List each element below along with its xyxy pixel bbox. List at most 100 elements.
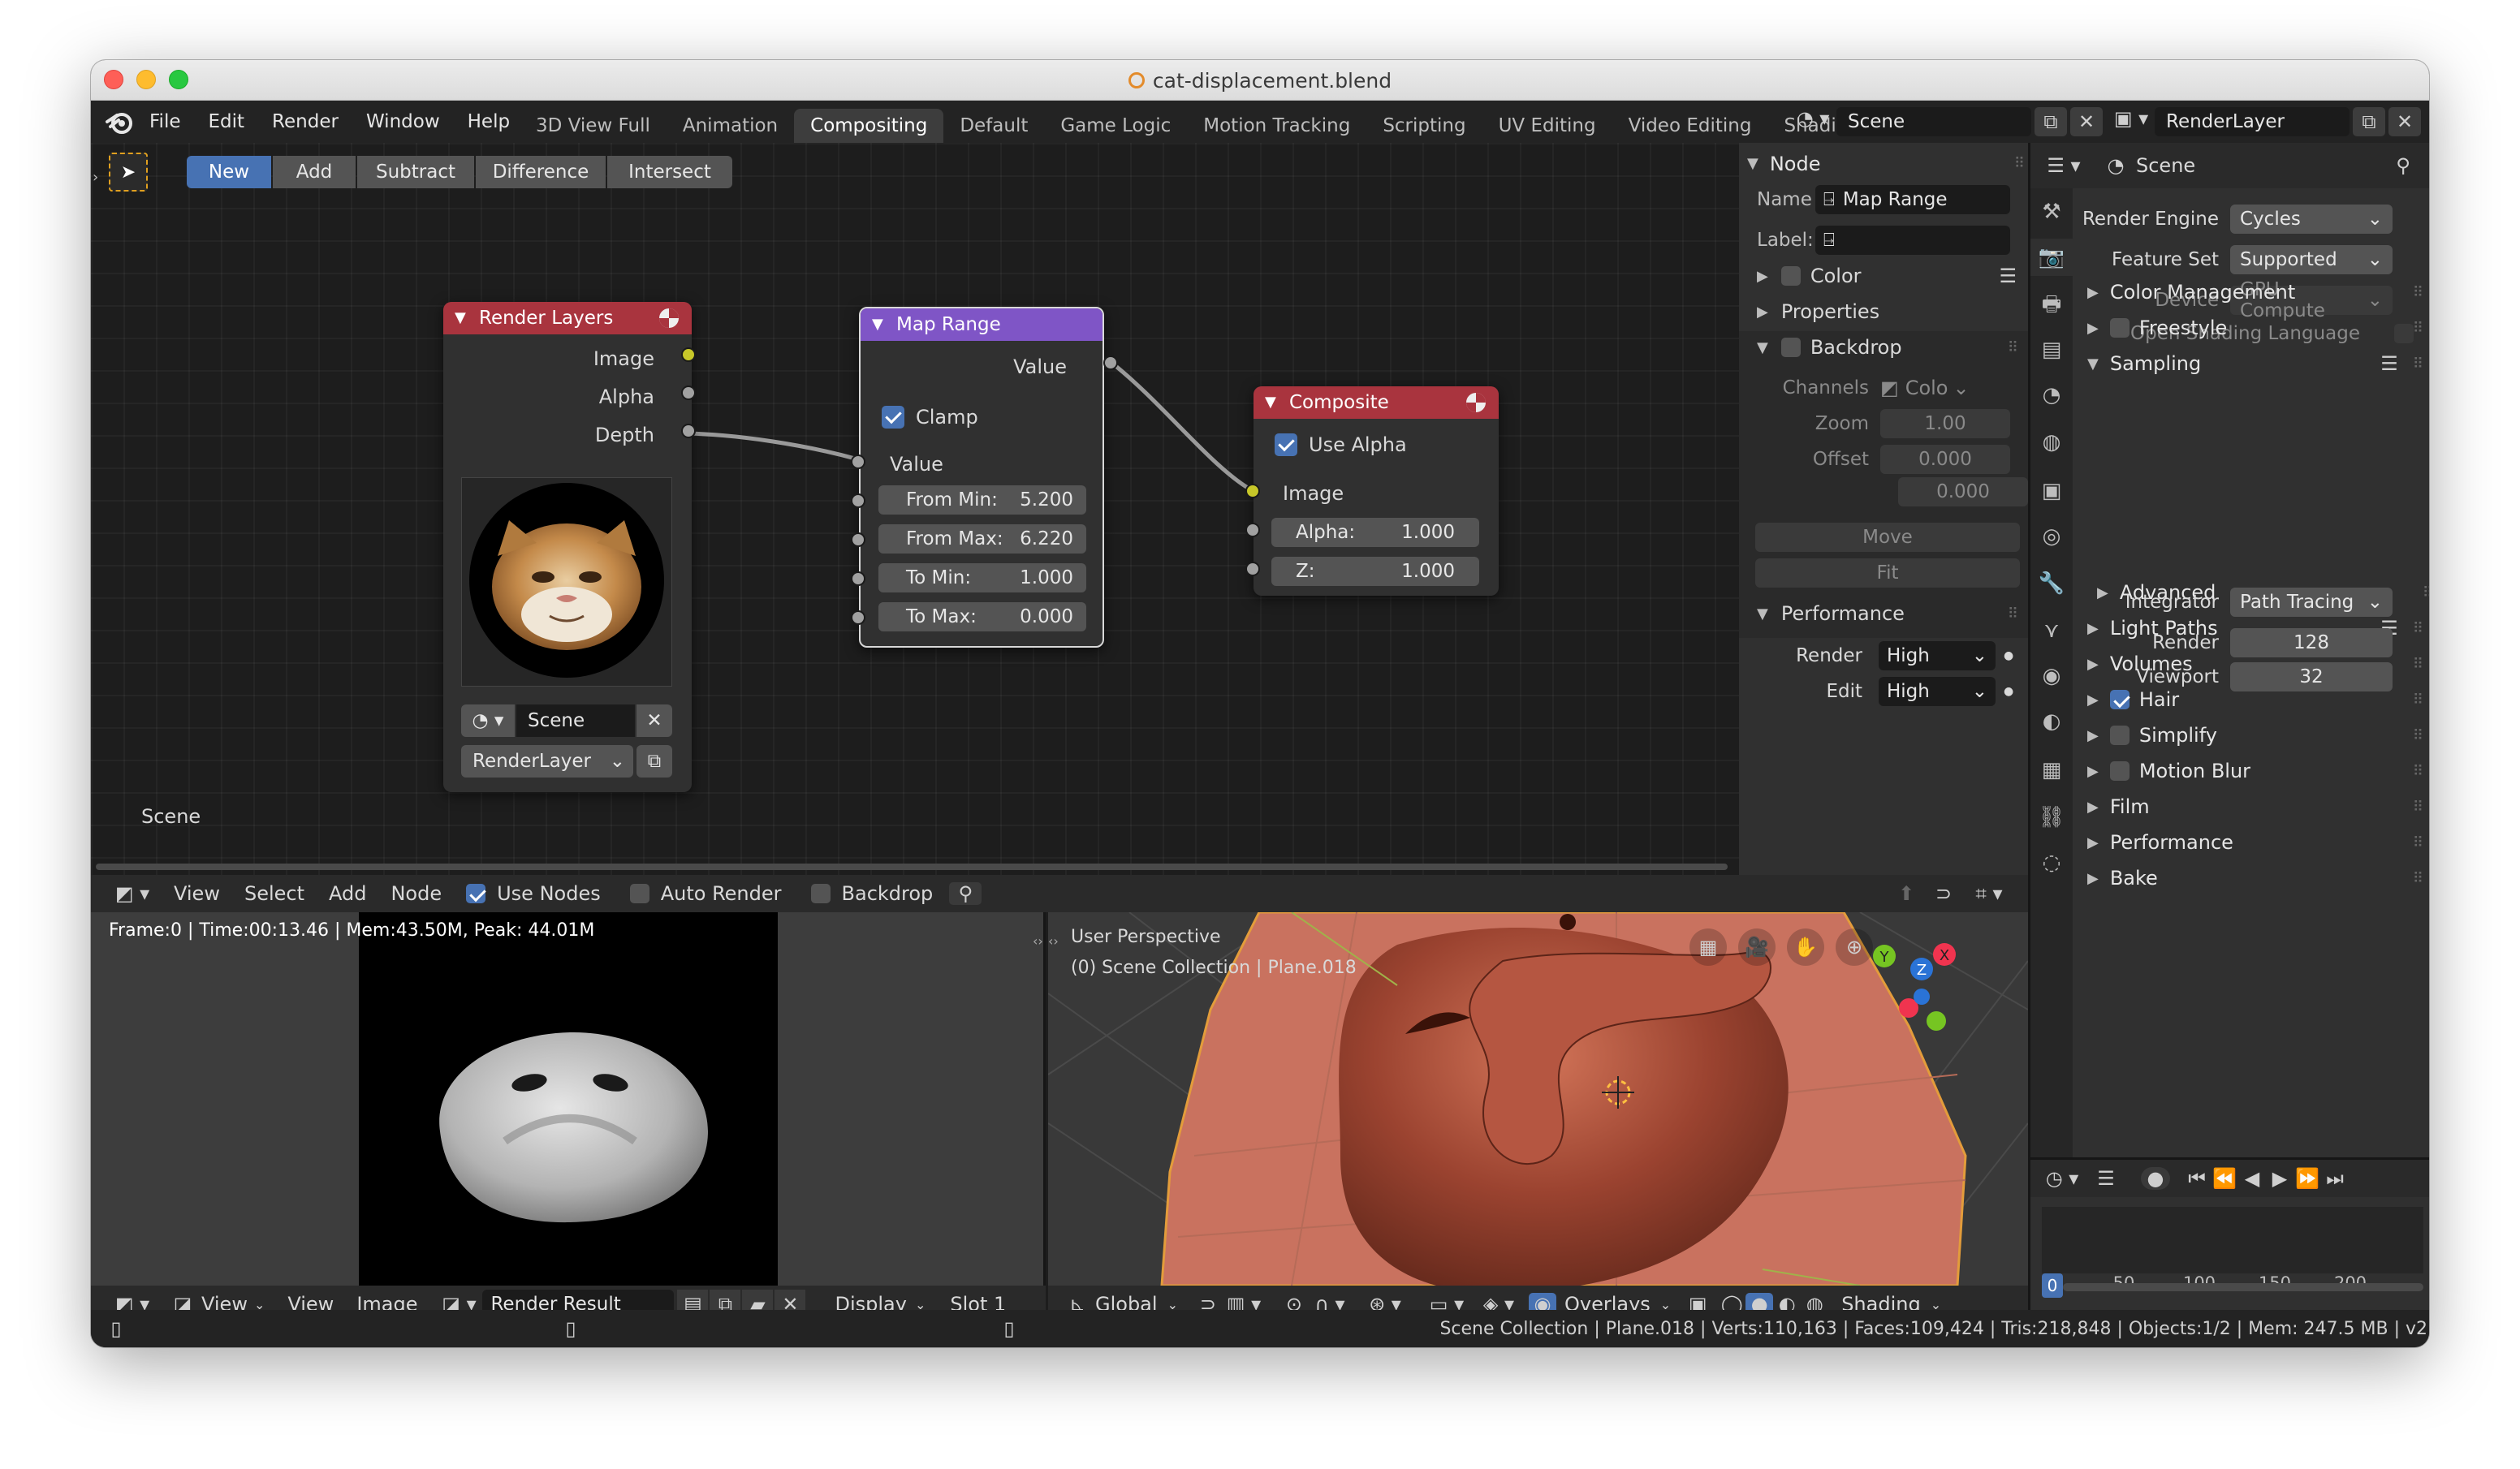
socket-value-in[interactable] [851,454,865,469]
film-panel-header[interactable]: ▶ Film ⠿ [2087,791,2423,823]
backdrop-panel-header[interactable]: ▼ Backdrop ⠿ [1757,336,2018,359]
remove-layer-icon[interactable]: ✕ [2388,107,2421,136]
snap-icon[interactable]: ⊃ [1927,882,1960,905]
socket-composite-z-in[interactable] [1245,562,1260,576]
node-scene-clear-button[interactable]: ✕ [636,704,672,737]
node-layer-browse-button[interactable]: ⧉ [636,745,672,778]
motion-blur-panel-header[interactable]: ▶ Motion Blur ⠿ [2087,755,2423,787]
color-presets-list-icon[interactable]: ☰ [1999,265,2017,287]
map-range-field-frommax[interactable]: From Max: 6.220 [878,524,1086,554]
node-color-checkbox[interactable] [1780,266,1801,286]
socket-value-out[interactable] [1103,355,1118,370]
play-reverse-icon[interactable]: ◀ [2238,1167,2266,1190]
socket-to-min-in[interactable] [851,571,865,586]
panel-drag-handle[interactable]: ⠿ [2413,691,2423,709]
object-tab-icon[interactable]: ◎ [2030,518,2073,555]
view-layer-icon[interactable]: ▣ ▾ [2108,107,2155,136]
pan-hand-icon[interactable]: ✋ [1787,928,1824,966]
menu-window[interactable]: Window [366,111,440,132]
socket-from-max-in[interactable] [851,532,865,547]
timeline-scrollbar[interactable] [2063,1283,2423,1291]
menu-select[interactable]: Select [244,882,304,905]
socket-alpha-out[interactable] [681,386,696,400]
panel-drag-handle[interactable]: ⠿ [2413,763,2423,780]
backdrop-checkbox[interactable] [810,884,831,903]
panel-drag-handle[interactable]: ⠿ [2413,870,2423,887]
scene-name-field[interactable]: Scene [1836,107,2031,136]
jump-start-icon[interactable]: ⏮ [2183,1167,2211,1190]
viewport-samples-field[interactable]: 32 [2230,662,2393,691]
socket-composite-alpha-in[interactable] [1245,523,1260,537]
bake-panel-header[interactable]: ▶ Bake ⠿ [2087,862,2423,894]
object-gizmo-icon[interactable]: ◈ ▾ [1477,1293,1521,1310]
world-tab-icon[interactable]: ◍ [2030,424,2073,461]
collection-tab-icon[interactable]: ▣ [2030,472,2073,510]
panel-drag-handle[interactable]: ⠿ [2413,355,2423,373]
socket-composite-image-in[interactable] [1245,484,1260,498]
jump-end-icon[interactable]: ⏭ [2321,1167,2349,1190]
camera-view-icon[interactable]: 🎥 [1738,928,1776,966]
constraints-tab-icon[interactable]: ⛓ [2030,799,2073,836]
navigation-gizmo[interactable]: Y Z X [1860,932,1957,1034]
proportional-edit-icon[interactable]: ⊙ [1280,1293,1308,1310]
blender-logo-icon[interactable] [104,106,136,138]
motion-blur-checkbox[interactable] [2109,761,2129,781]
map-range-header[interactable]: ▼ Map Range [861,308,1102,341]
shading-dropdown[interactable]: Shading [1841,1293,1921,1310]
color-management-panel-header[interactable]: ▶ Color Management ⠿ [2087,276,2423,308]
play-icon[interactable]: ▶ [2266,1167,2293,1190]
remove-scene-icon[interactable]: ✕ [2070,107,2103,136]
pin-scene-icon[interactable]: ⚲ [2391,154,2415,177]
workspace-tab-compositing[interactable]: Compositing [794,109,944,143]
performance-panel-header[interactable]: ▶ Performance ⠿ [2087,826,2423,859]
clamp-checkbox[interactable] [882,406,904,429]
panel-drag-handle[interactable]: ⠿ [2413,656,2423,673]
render-tab-icon[interactable]: 📷 [2030,239,2073,276]
socket-to-max-in[interactable] [851,610,865,625]
sampling-panel-header[interactable]: ▼ Sampling ☰ ⠿ [2087,347,2423,380]
viewport-split-handle[interactable]: ‹› [1048,933,1059,949]
menu-edit[interactable]: Edit [209,111,245,132]
texture-tab-icon[interactable]: ▦ [2030,752,2073,789]
scene-tab-icon[interactable]: ◔ [2030,377,2073,414]
node-label-field[interactable]: ⍈ [1815,226,2010,255]
node-color-subpanel[interactable]: ▶ Color ☰ [1757,265,2017,287]
hair-checkbox[interactable] [2109,690,2129,709]
image-editor-split-handle[interactable]: ‹› [1033,933,1043,949]
auto-render-checkbox[interactable] [629,884,649,903]
panel-drag-handle[interactable]: ⠿ [2413,727,2423,744]
perf-render-dropdown[interactable]: High ⌄ [1879,641,1996,670]
node-editor[interactable]: ➤ New Add Subtract Difference Intersect … [91,143,1739,875]
workspace-tab-uv-editing[interactable]: UV Editing [1482,109,1612,143]
output-tab-icon[interactable]: 🖶 [2030,286,2073,323]
map-range-field-tomin[interactable]: To Min: 1.000 [878,563,1086,592]
xray-toggle-icon[interactable]: ▣ [1684,1293,1711,1310]
simplify-panel-header[interactable]: ▶ Simplify ⠿ [2087,719,2423,752]
pivot-icon[interactable]: ⊃ [1194,1293,1222,1310]
workspace-tab-motion-tracking[interactable]: Motion Tracking [1187,109,1366,143]
panel-drag-handle[interactable]: ⠿ [2413,834,2423,851]
menu-help[interactable]: Help [468,111,510,132]
jump-next-keyframe-icon[interactable]: ⏩ [2293,1167,2321,1190]
physics-tab-icon[interactable]: ◉ [2030,657,2073,695]
editor-type-icon[interactable]: ◩ ▾ [109,882,156,905]
timeline-playhead[interactable]: 0 [2042,1273,2063,1298]
composite-node[interactable]: ▼ Composite Use Alpha Image Alpha: 1.000 Z… [1254,386,1499,596]
data-tab-icon[interactable]: ◌ [2030,844,2073,881]
workspace-tab-animation[interactable]: Animation [667,109,794,143]
overlays-toggle-icon[interactable]: ◉ [1528,1293,1556,1310]
socket-depth-out[interactable] [681,424,696,438]
workspace-tab-scripting[interactable]: Scripting [1366,109,1482,143]
workspace-tab-video-editing[interactable]: Video Editing [1612,109,1768,143]
perf-edit-dropdown[interactable]: High ⌄ [1879,677,1996,706]
jump-prev-keyframe-icon[interactable]: ⏪ [2211,1167,2238,1190]
panel-drag-handle[interactable]: ⠿ [2413,620,2423,637]
map-range-field-frommin[interactable]: From Min: 5.200 [878,485,1086,515]
gizmo-toggle-icon[interactable]: ⊛ ▾ [1363,1293,1407,1310]
render-layers-node[interactable]: ▼ Render Layers Image Alpha Depth ◔ ▾ Sc… [443,302,692,792]
record-keyframe-icon[interactable]: ● [2141,1167,2170,1190]
socket-from-min-in[interactable] [851,493,865,508]
wireframe-shading-icon[interactable]: ◯ [1718,1293,1745,1310]
snap-target-icon[interactable]: ⌗ ▾ [1965,882,2013,905]
offset-x-field[interactable]: 0.000 [1880,445,2010,474]
